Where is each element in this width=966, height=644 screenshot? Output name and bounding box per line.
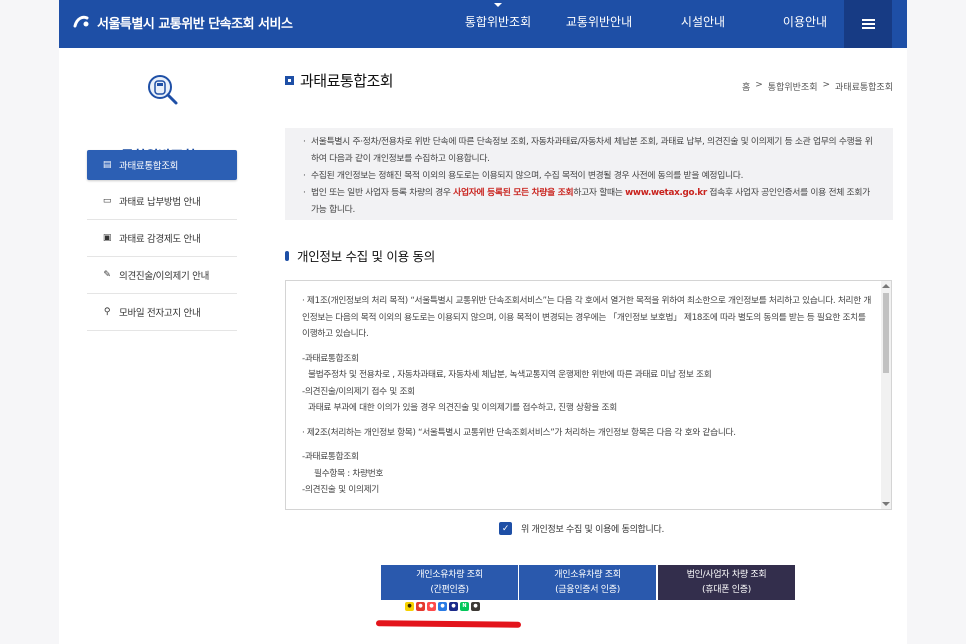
page-title: 과태료통합조회 [285,70,394,91]
personal-vehicle-simple-auth-button[interactable]: 개인소유차량 조회 (간편인증) [381,565,518,600]
nav-usage-guide[interactable]: 이용안내 [765,0,845,48]
hamburger-icon [861,23,875,25]
breadcrumb-separator-icon: > [822,80,831,90]
section-marker-icon [285,250,289,261]
sidebar-item-fine-lookup[interactable]: ▤ 과태료통합조회 [87,150,237,180]
stack-icon: ▤ [102,160,112,170]
scroll-up-icon[interactable] [882,284,890,288]
personal-vehicle-cert-auth-button[interactable]: 개인소유차량 조회 (금융인증서 인증) [519,565,656,600]
toss-icon: ● [438,602,447,611]
breadcrumb-home[interactable]: 홈 [742,80,750,93]
section-title: 개인정보 수집 및 이용 동의 [285,246,435,265]
nav-facility-guide[interactable]: 시설안내 [663,0,743,48]
sidebar-item-label: 과태료통합조회 [119,161,179,172]
notice-box: 서울특별시 주·정차/전용차로 위반 단속에 따른 단속정보 조회, 자동차과태… [285,128,893,220]
agree-row: ✓ 위 개인정보 수집 및 이용에 동의합니다. [499,522,664,535]
card-icon: ▭ [102,196,112,206]
notice-line: 서울특별시 주·정차/전용차로 위반 단속에 따른 단속정보 조회, 자동차과태… [303,134,875,168]
sidebar-item-label: 모바일 전자고지 안내 [119,308,201,319]
sidebar: 통합위반조회 ▤ 과태료통합조회 ▭ 과태료 납부방법 안내 ▣ 과태료 감경제… [59,48,257,644]
naver-icon: N [460,602,469,611]
breadcrumb-section[interactable]: 통합위반조회 [768,80,818,93]
wetax-link[interactable]: www.wetax.go.kr [625,188,707,198]
breadcrumb-current: 과태료통합조회 [835,83,893,93]
site-logo[interactable]: 서울특별시 교통위반 단속조회 서비스 [71,12,293,32]
corporate-vehicle-phone-auth-button[interactable]: 법인/사업자 차량 조회 (휴대폰 인증) [658,565,795,600]
site-title: 서울특별시 교통위반 단속조회 서비스 [97,16,293,32]
edit-document-icon: ✎ [103,270,111,280]
agree-checkbox[interactable]: ✓ [499,522,512,535]
document-icon: ▣ [102,233,112,243]
main-content: 과태료통합조회 홈 > 통합위반조회 > 과태료통합조회 서울특별시 주·정차/… [257,48,907,644]
sidebar-item-objection-guide[interactable]: ✎ 의견진술/이의제기 안내 [87,257,237,294]
sidebar-item-reduction-guide[interactable]: ▣ 과태료 감경제도 안내 [87,220,237,257]
page-title-text: 과태료통합조회 [300,72,394,90]
sidebar-menu: ▤ 과태료통합조회 ▭ 과태료 납부방법 안내 ▣ 과태료 감경제도 안내 ✎ … [87,150,237,331]
hamburger-menu-button[interactable] [844,0,892,48]
notice-line: 수집된 개인정보는 정해진 목적 이외의 용도로는 이용되지 않으며, 수집 목… [303,168,875,185]
main-nav: 통합위반조회 교통위반안내 시설안내 이용안내 [459,0,845,48]
sidebar-item-label: 과태료 감경제도 안내 [119,234,201,245]
kakao-icon: ● [405,602,414,611]
highlight-text: 사업자에 등록된 모든 차량을 조회 [453,188,574,198]
car-search-icon [148,75,178,105]
nav-traffic-guide[interactable]: 교통위반안내 [547,0,651,48]
pass-icon: ● [416,602,425,611]
top-header: 서울특별시 교통위반 단속조회 서비스 통합위반조회 교통위반안내 시설안내 이… [59,0,907,48]
title-bullet-icon [285,76,294,85]
simple-auth-provider-icons: ● ● ● ● ● N ● [405,602,480,611]
privacy-terms-box[interactable]: · 제1조(개인정보의 처리 목적) “서울특별시 교통위반 단속조회서비스”는… [285,280,892,510]
kb-icon: ● [471,602,480,611]
sidebar-item-label: 과태료 납부방법 안내 [119,197,201,208]
notice-line: 법인 또는 일반 사업자 등록 차량의 경우 사업자에 등록된 모든 차량을 조… [303,185,875,219]
payco-icon: ● [427,602,436,611]
samsung-icon: ● [449,602,458,611]
sidebar-item-mobile-notice[interactable]: ⚲ 모바일 전자고지 안내 [87,294,237,331]
terms-scrollbar[interactable] [881,281,891,509]
breadcrumb-separator-icon: > [755,80,763,90]
agree-label: 위 개인정보 수집 및 이용에 동의합니다. [521,525,665,535]
red-annotation-underline [375,620,522,628]
scroll-down-icon[interactable] [882,502,890,506]
seoul-logo-icon [73,15,89,28]
breadcrumb: 홈 > 통합위반조회 > 과태료통합조회 [742,80,893,93]
sidebar-item-payment-guide[interactable]: ▭ 과태료 납부방법 안내 [87,183,237,220]
sidebar-item-label: 의견진술/이의제기 안내 [119,271,210,282]
scroll-thumb[interactable] [883,293,889,373]
terms-text: · 제1조(개인정보의 처리 목적) “서울특별시 교통위반 단속조회서비스”는… [302,296,872,495]
nav-violation-lookup[interactable]: 통합위반조회 [459,0,537,48]
search-icon: ⚲ [103,307,111,317]
